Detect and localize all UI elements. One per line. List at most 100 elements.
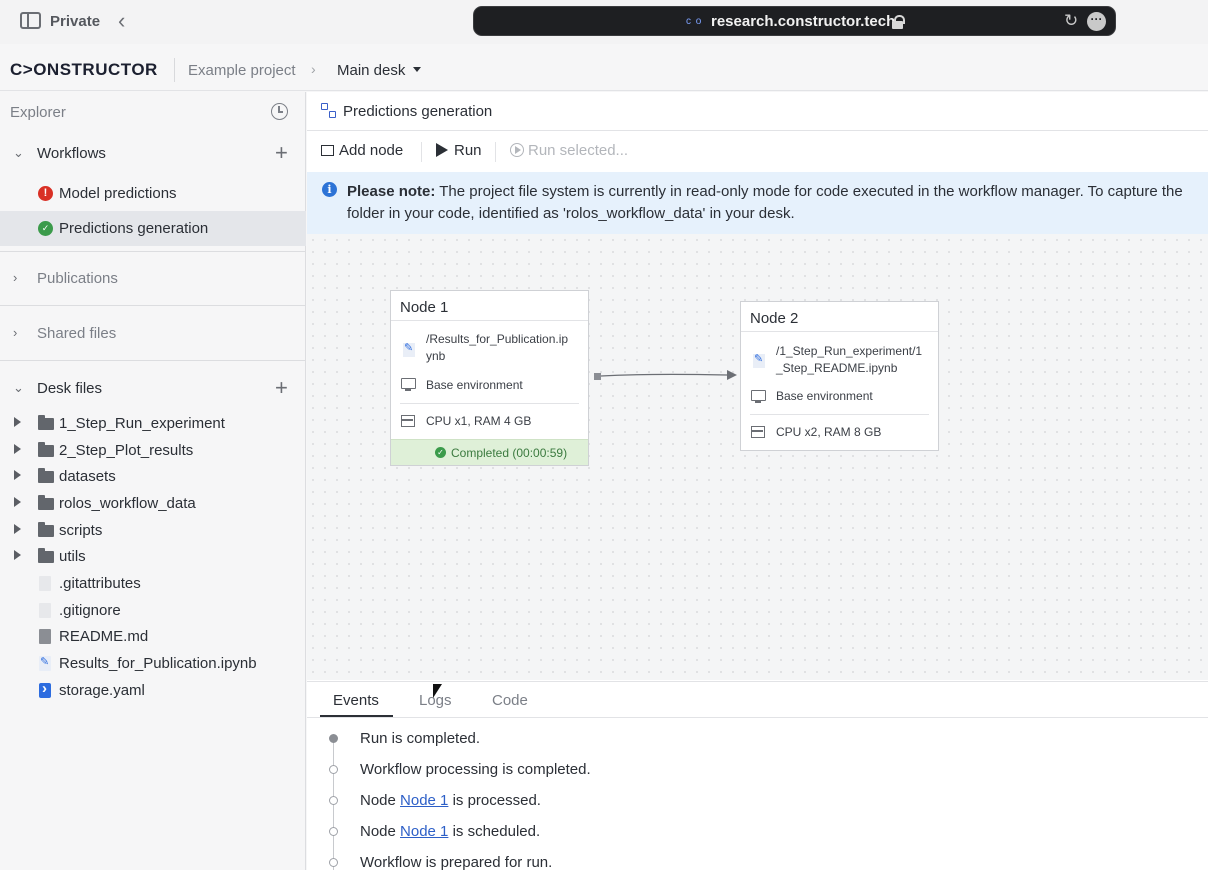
bottom-panel: Events Logs Code Run is completed. Workf… [307,681,1208,870]
constructor-logo[interactable]: C>ONSTRUCTOR [10,60,158,80]
event-text-prefix: Node [360,792,401,809]
tree-file-storage-yaml[interactable]: storage.yaml [0,679,306,705]
workflow-icon [321,103,338,120]
expand-arrow-icon[interactable] [14,444,21,454]
tree-file-readme[interactable]: README.md [0,625,306,651]
markdown-file-icon [39,629,51,644]
tree-file-gitattributes[interactable]: .gitattributes [0,572,306,598]
history-clock-icon[interactable] [271,103,288,120]
desk-selector[interactable]: Main desk [337,62,422,79]
error-status-icon: ! [38,186,53,201]
expand-arrow-icon[interactable] [14,524,21,534]
tree-item-label: rolos_workflow_data [59,495,196,512]
explorer-title: Explorer [10,104,66,121]
workflow-node-2[interactable]: Node 2 /1_Step_Run_experiment/1 _Step_REA… [740,301,939,451]
desk-files-section-header[interactable]: ⌄ Desk files + [0,371,306,407]
tree-item-label: README.md [59,628,149,645]
address-bar[interactable]: c o research.constructor.tech ↻ ··· [473,6,1116,36]
add-node-button[interactable]: Add node [321,142,403,159]
workflow-node-1[interactable]: Node 1 /Results_for_Publication.ipynb Ba… [390,290,589,466]
tree-folder-rolos-workflow-data[interactable]: rolos_workflow_data [0,492,306,518]
active-tab-indicator [320,715,393,717]
tree-item-label: Results_for_Publication.ipynb [59,655,257,672]
tree-folder-scripts[interactable]: scripts [0,519,306,545]
tab-events[interactable]: Events [333,692,379,709]
back-chevron-icon[interactable]: ‹ [118,8,125,34]
tree-file-results-notebook[interactable]: Results_for_Publication.ipynb [0,652,306,678]
desk-selector-label: Main desk [337,62,406,79]
connector-source-port[interactable] [594,373,601,380]
event-text-suffix: is scheduled. [448,823,541,840]
caret-down-icon [413,67,422,72]
workflow-item-predictions-generation[interactable]: ✓ Predictions generation [0,211,306,246]
notice-line-1: Please note: The project file system is … [347,183,1183,200]
expand-arrow-icon[interactable] [14,497,21,507]
reload-icon[interactable]: ↻ [1064,11,1078,31]
cpu-icon [401,415,415,427]
shared-files-label: Shared files [37,325,117,342]
success-check-icon: ✓ [435,447,446,458]
toolbar-divider [495,142,496,162]
notebook-file-icon [753,352,765,368]
node-title: Node 1 [400,299,449,316]
node-title: Node 2 [750,310,799,327]
event-text: Run is completed. [360,730,481,747]
app-header: C>ONSTRUCTOR Example project › Main desk [0,50,1208,91]
play-circle-icon [510,143,524,157]
event-text: Workflow is prepared for run. [360,854,553,870]
node-link[interactable]: Node 1 [400,792,448,809]
workflows-section-header[interactable]: ⌄ Workflows + [0,136,306,172]
workflow-editor: Predictions generation Add node Run Run … [307,92,1208,870]
tree-item-label: 2_Step_Plot_results [59,442,194,459]
tree-item-label: .gitattributes [59,575,141,592]
node-header-divider [741,331,938,332]
explorer-sidebar: Explorer ⌄ Workflows + ! Model predictio… [0,92,306,870]
section-divider [0,305,306,306]
expand-arrow-icon[interactable] [14,550,21,560]
workflow-title: Predictions generation [343,103,493,120]
tree-item-label: datasets [59,468,116,485]
add-node-icon [321,145,334,156]
success-check-icon: ✓ [38,221,53,236]
node-link[interactable]: Node 1 [400,823,448,840]
tree-item-label: scripts [59,522,103,539]
workflow-canvas[interactable]: Node 1 /Results_for_Publication.ipynb Ba… [307,234,1208,680]
tree-folder-utils[interactable]: utils [0,545,306,571]
yaml-file-icon [39,680,51,698]
read-only-notice: i Please note: The project file system i… [307,172,1208,234]
browser-profile-label: Private [50,13,101,30]
toolbar-divider [421,142,422,162]
shared-files-section-header[interactable]: › Shared files [0,316,306,352]
notice-line-2: folder in your code, identified as 'rolo… [347,205,795,222]
expand-arrow-icon[interactable] [14,470,21,480]
workflow-item-label: Model predictions [59,185,177,202]
tree-item-label: storage.yaml [59,682,145,699]
file-icon [39,576,51,591]
tree-folder-datasets[interactable]: datasets [0,465,306,491]
info-icon: i [322,182,337,197]
tree-folder-1-step-run-experiment[interactable]: 1_Step_Run_experiment [0,412,306,438]
tab-code[interactable]: Code [492,692,528,709]
header-divider [174,58,175,82]
breadcrumb-project[interactable]: Example project [188,62,296,79]
add-node-label: Add node [339,142,404,159]
add-workflow-plus-icon[interactable]: + [275,140,288,166]
connector-line [600,373,728,377]
tree-file-gitignore[interactable]: .gitignore [0,599,306,625]
notebook-file-icon [39,655,51,671]
tree-folder-2-step-plot-results[interactable]: 2_Step_Plot_results [0,439,306,465]
run-button[interactable]: Run [436,142,482,159]
expand-arrow-icon[interactable] [14,417,21,427]
notice-bold: Please note: [347,183,436,200]
folder-icon [38,522,54,537]
timeline-dot [329,796,338,805]
event-item: Node Node 1 is scheduled. [307,816,1208,847]
run-selected-button[interactable]: Run selected... [510,142,628,159]
workflow-item-model-predictions[interactable]: ! Model predictions [0,176,306,211]
add-file-plus-icon[interactable]: + [275,375,288,401]
event-text-suffix: is processed. [448,792,541,809]
publications-section-header[interactable]: › Publications [0,261,306,297]
more-options-icon[interactable]: ··· [1087,12,1106,31]
publications-label: Publications [37,270,118,287]
sidebar-toggle-icon[interactable] [20,12,41,29]
